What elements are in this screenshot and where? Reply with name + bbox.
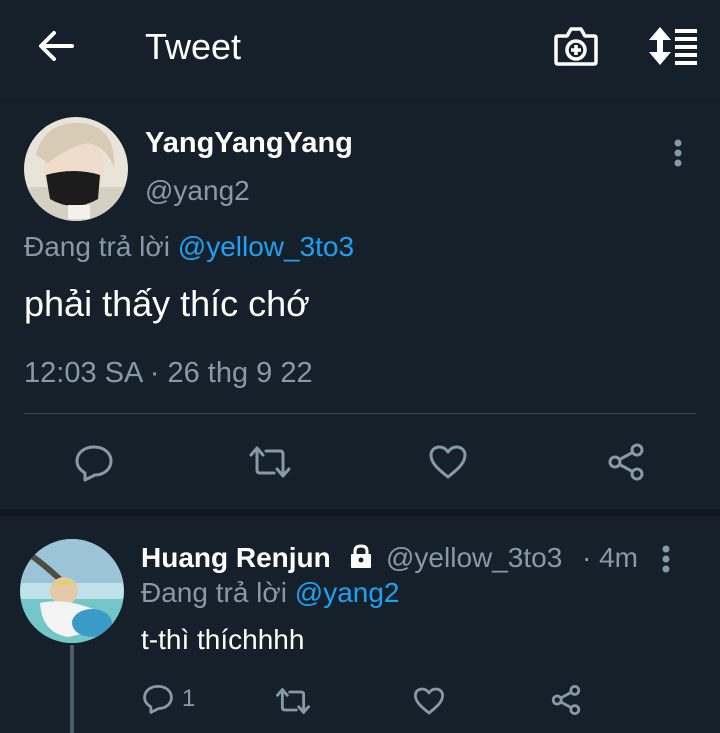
reply-icon: [143, 684, 173, 714]
reply-button[interactable]: [74, 444, 114, 482]
share-icon: [551, 685, 581, 715]
retweet-button[interactable]: [275, 686, 311, 716]
arrow-left-icon: [39, 31, 74, 61]
retweet-icon: [249, 446, 291, 478]
reply-context: Đang trả lời @yang2: [141, 577, 399, 609]
reply-more-options-button[interactable]: [656, 544, 676, 574]
lock-icon: [347, 543, 375, 574]
author-handle[interactable]: @yang2: [145, 175, 250, 207]
mention-link[interactable]: @yang2: [295, 577, 400, 608]
heart-icon: [429, 445, 467, 479]
page-title: Tweet: [145, 26, 242, 67]
camera-button[interactable]: [552, 24, 600, 68]
share-button[interactable]: [550, 684, 582, 716]
mention-link[interactable]: @yellow_3to3: [178, 231, 354, 262]
reply-time[interactable]: · 4m: [582, 542, 638, 574]
more-vertical-icon: [662, 545, 670, 573]
actions-divider: [24, 413, 696, 414]
sort-replies-button[interactable]: [645, 24, 699, 68]
reply-text: t-thì thíchhhh: [141, 624, 305, 655]
avatar[interactable]: [24, 117, 128, 221]
reply-context-label: Đang trả lời: [141, 577, 287, 608]
section-divider: [0, 509, 720, 516]
tweet-text: phải thấy thíc chớ: [24, 283, 310, 324]
tweet-timestamp[interactable]: 12:03 SA · 26 thg 9 22: [24, 357, 313, 390]
reply-icon: [75, 445, 113, 482]
reply-author-handle[interactable]: @yellow_3to3: [386, 542, 562, 574]
thread-connector-line: [70, 645, 74, 733]
main-tweet: YangYangYang @yang2 Đang trả lời @yellow…: [0, 101, 720, 509]
reply-author-name[interactable]: Huang Renjun: [141, 542, 331, 574]
reply-count: 1: [182, 685, 196, 712]
share-icon: [608, 443, 644, 481]
share-button[interactable]: [606, 442, 646, 482]
reply-avatar[interactable]: [20, 539, 124, 643]
reply-button[interactable]: 1: [142, 684, 195, 714]
retweet-icon: [276, 688, 310, 714]
reply-context-label: Đang trả lời: [24, 231, 170, 262]
more-options-button[interactable]: [668, 138, 688, 168]
heart-icon: [414, 687, 444, 715]
reply-context: Đang trả lời @yellow_3to3: [24, 231, 354, 263]
top-app-bar: Tweet: [0, 0, 720, 96]
camera-plus-icon: [554, 27, 598, 66]
like-button[interactable]: [428, 444, 468, 480]
like-button[interactable]: [413, 686, 445, 716]
back-button[interactable]: [34, 26, 78, 66]
author-name[interactable]: YangYangYang: [145, 127, 353, 160]
more-vertical-icon: [674, 139, 682, 167]
sort-icon: [649, 27, 697, 65]
retweet-button[interactable]: [248, 444, 292, 480]
